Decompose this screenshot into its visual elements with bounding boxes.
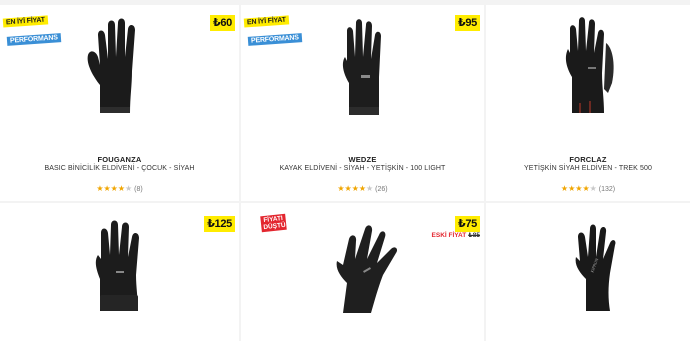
product-image[interactable]	[92, 217, 146, 313]
price-tag: ₺125	[204, 216, 235, 232]
badge-stack: EN İYİ FİYAT PERFORMANS	[243, 10, 303, 46]
product-card[interactable]: FORCLAZ YETİŞKİN SİYAH ELDİVEN - TREK 50…	[486, 5, 690, 201]
rating-stars: ★★★★★	[560, 184, 597, 193]
product-rating: ★★★★★ (8)	[0, 184, 239, 193]
product-card[interactable]: EN İYİ FİYAT PERFORMANS ₺95 WEDZE KAYAK …	[241, 5, 484, 201]
performance-badge: PERFORMANS	[247, 33, 303, 46]
product-image[interactable]: KIPRUN	[566, 221, 630, 313]
price-tag: ₺95	[455, 15, 480, 31]
old-price-value: ₺85	[468, 232, 480, 239]
review-count: (26)	[375, 186, 388, 193]
old-price-label: ESKİ FİYAT	[431, 232, 467, 239]
product-brand: FOUGANZA	[97, 155, 142, 164]
price-drop-line2: DÜŞTÜ	[263, 221, 287, 232]
product-title[interactable]: BASIC BİNİCİLİK ELDİVENİ - ÇOCUK - SİYAH	[0, 165, 239, 172]
product-card[interactable]: KIPRUN	[486, 203, 690, 341]
price-drop-badge: FİYATI DÜŞTÜ	[260, 213, 287, 233]
review-count: (132)	[598, 186, 616, 193]
price-tag: ₺75	[455, 216, 480, 232]
product-card[interactable]: FİYATI DÜŞTÜ ₺75 ESKİ FİYAT ₺85	[241, 203, 484, 341]
best-price-badge: EN İYİ FİYAT	[243, 15, 290, 28]
review-count: (8)	[134, 186, 143, 193]
product-rating: ★★★★★ (26)	[241, 184, 484, 193]
best-price-badge: EN İYİ FİYAT	[2, 15, 49, 28]
rating-stars: ★★★★★	[96, 184, 133, 193]
badge-stack: EN İYİ FİYAT PERFORMANS	[2, 10, 62, 46]
product-title[interactable]: YETİŞKİN SİYAH ELDİVEN - TREK 500	[486, 165, 690, 172]
product-brand: WEDZE	[348, 155, 377, 164]
price-tag: ₺60	[210, 15, 235, 31]
performance-badge: PERFORMANS	[6, 33, 62, 46]
product-card[interactable]: EN İYİ FİYAT PERFORMANS ₺60 FOUGANZA BAS…	[0, 5, 239, 201]
product-brand: FORCLAZ	[569, 155, 607, 164]
product-image[interactable]	[80, 15, 156, 115]
product-rating: ★★★★★ (132)	[486, 184, 690, 193]
product-grid: EN İYİ FİYAT PERFORMANS ₺60 FOUGANZA BAS…	[0, 0, 690, 341]
rating-stars: ★★★★★	[337, 184, 374, 193]
old-price: ESKİ FİYAT ₺85	[432, 231, 480, 239]
product-image[interactable]	[333, 219, 407, 315]
product-image[interactable]	[560, 13, 622, 117]
product-title[interactable]: KAYAK ELDİVENİ - SİYAH - YETİŞKİN - 100 …	[241, 165, 484, 172]
product-card[interactable]: ₺125	[0, 203, 239, 341]
product-image[interactable]	[339, 17, 389, 117]
